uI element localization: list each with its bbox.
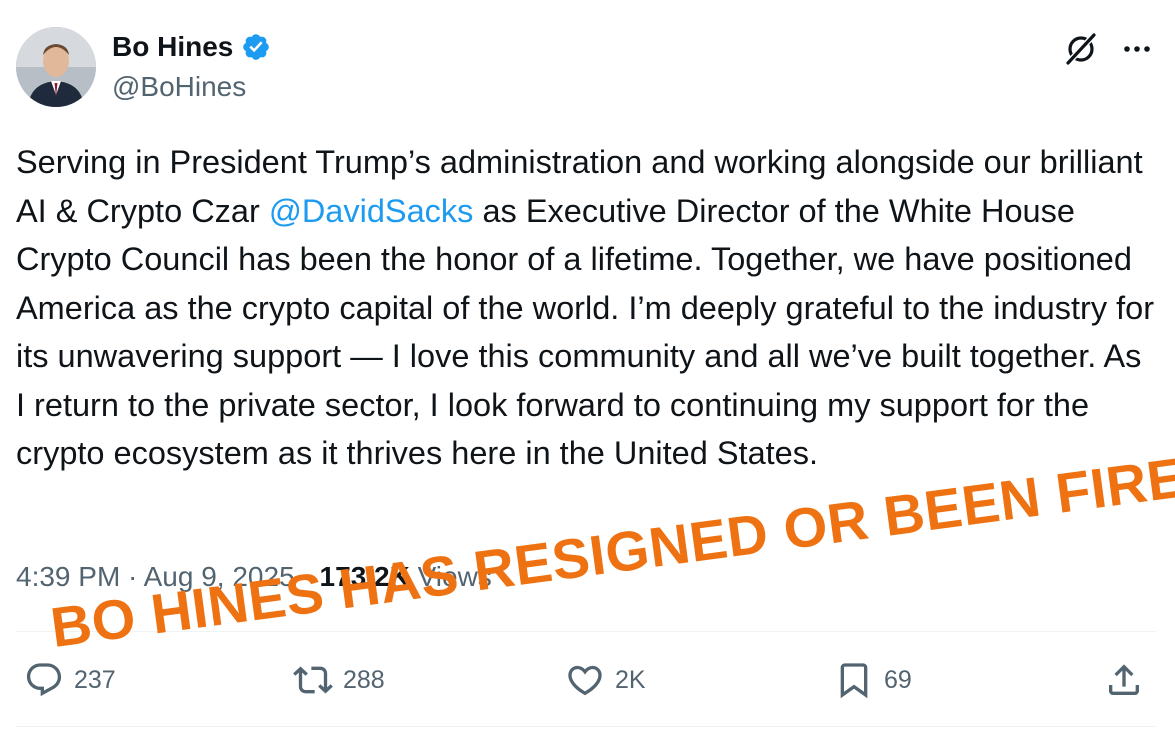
grok-icon[interactable]: [1062, 30, 1100, 68]
author-name-row: Bo Hines: [112, 30, 271, 64]
repost-count: 288: [343, 665, 385, 694]
repost-icon: [293, 666, 333, 694]
reply-icon: [26, 663, 62, 697]
post-text: Serving in President Trump’s administrat…: [16, 138, 1156, 478]
post-time[interactable]: 4:39 PM: [16, 561, 120, 592]
like-count: 2K: [615, 665, 646, 694]
tweet-card: Bo Hines @BoHines Serving in President T…: [0, 0, 1175, 739]
bookmark-button[interactable]: 69: [834, 660, 912, 700]
post-text-part-2: as Executive Director of the White House…: [16, 192, 1155, 472]
divider: [16, 726, 1156, 727]
heart-icon: [568, 665, 602, 696]
more-options-icon[interactable]: [1118, 30, 1156, 68]
bookmark-icon: [840, 663, 868, 699]
bookmark-count: 69: [884, 665, 912, 694]
mention-link[interactable]: @DavidSacks: [269, 193, 474, 229]
share-button[interactable]: [1104, 660, 1144, 700]
share-icon: [1109, 664, 1139, 695]
reply-count: 237: [74, 665, 116, 694]
repost-button[interactable]: 288: [293, 660, 385, 700]
action-bar: 237 288 2K 69: [0, 656, 1175, 708]
author-handle[interactable]: @BoHines: [112, 70, 246, 104]
author-display-name[interactable]: Bo Hines: [112, 30, 233, 64]
verified-badge-icon[interactable]: [241, 32, 271, 62]
like-button[interactable]: 2K: [565, 660, 646, 700]
reply-button[interactable]: 237: [24, 660, 116, 700]
avatar[interactable]: [16, 27, 96, 107]
